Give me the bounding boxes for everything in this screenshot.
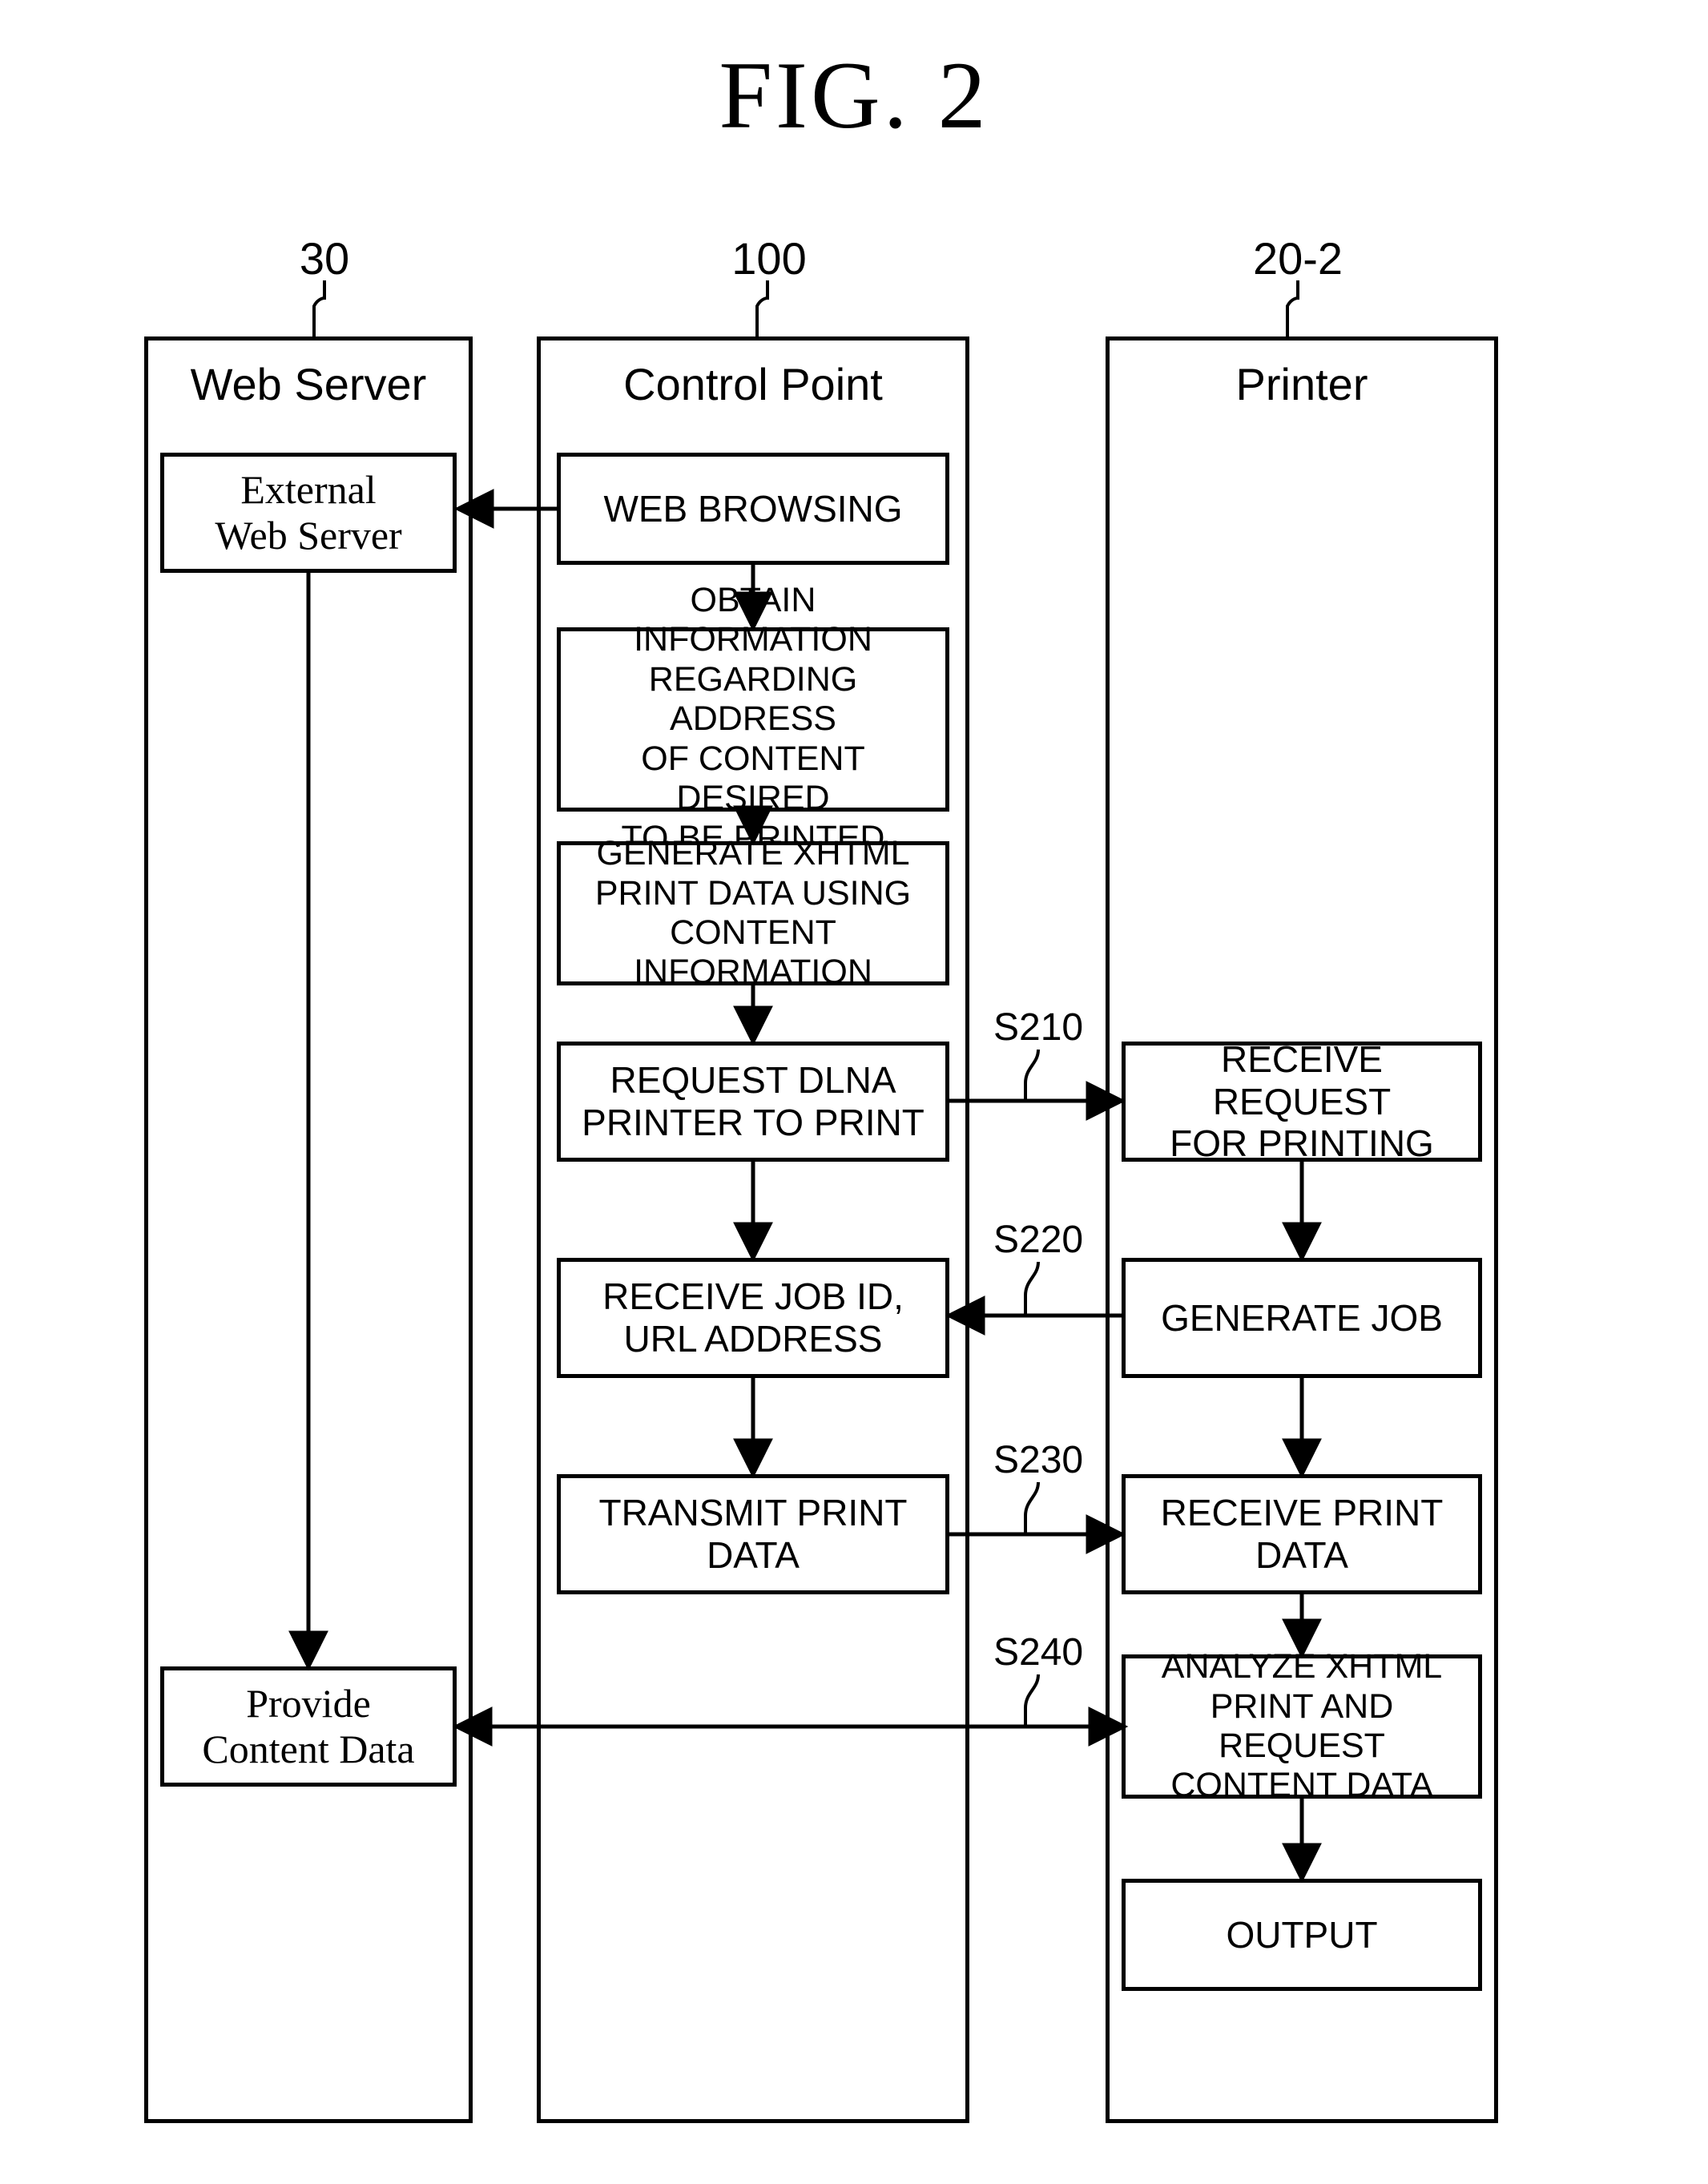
ref-label-printer: 20-2: [1226, 232, 1370, 284]
lane-title-control-point: Control Point: [541, 358, 965, 410]
lane-title-web-server: Web Server: [148, 358, 469, 410]
box-request-dlna: REQUEST DLNAPRINTER TO PRINT: [557, 1042, 949, 1162]
box-receive-jobid: RECEIVE JOB ID,URL ADDRESS: [557, 1258, 949, 1378]
box-analyze-xhtml: ANALYZE XHTMLPRINT AND REQUESTCONTENT DA…: [1122, 1654, 1482, 1799]
ref-label-control-point: 100: [705, 232, 833, 284]
step-s210: S210: [993, 1005, 1083, 1050]
box-obtain-info: OBTAIN INFORMATIONREGARDING ADDRESSOF CO…: [557, 627, 949, 812]
box-receive-request: RECEIVE REQUESTFOR PRINTING: [1122, 1042, 1482, 1162]
box-receive-print-data: RECEIVE PRINT DATA: [1122, 1474, 1482, 1594]
box-external-web-server: ExternalWeb Server: [160, 453, 457, 573]
lane-web-server: Web Server: [144, 336, 473, 2123]
box-web-browsing: WEB BROWSING: [557, 453, 949, 565]
figure-title: FIG. 2: [0, 40, 1708, 151]
step-s240: S240: [993, 1630, 1083, 1674]
lane-printer: Printer: [1106, 336, 1498, 2123]
ref-label-web-server: 30: [276, 232, 373, 284]
box-generate-xhtml: GENERATE XHTMLPRINT DATA USINGCONTENT IN…: [557, 841, 949, 985]
box-provide-content: ProvideContent Data: [160, 1666, 457, 1787]
box-output: OUTPUT: [1122, 1879, 1482, 1991]
box-transmit-print: TRANSMIT PRINTDATA: [557, 1474, 949, 1594]
step-s220: S220: [993, 1218, 1083, 1262]
step-s230: S230: [993, 1438, 1083, 1482]
lane-title-printer: Printer: [1110, 358, 1494, 410]
box-generate-job: GENERATE JOB: [1122, 1258, 1482, 1378]
